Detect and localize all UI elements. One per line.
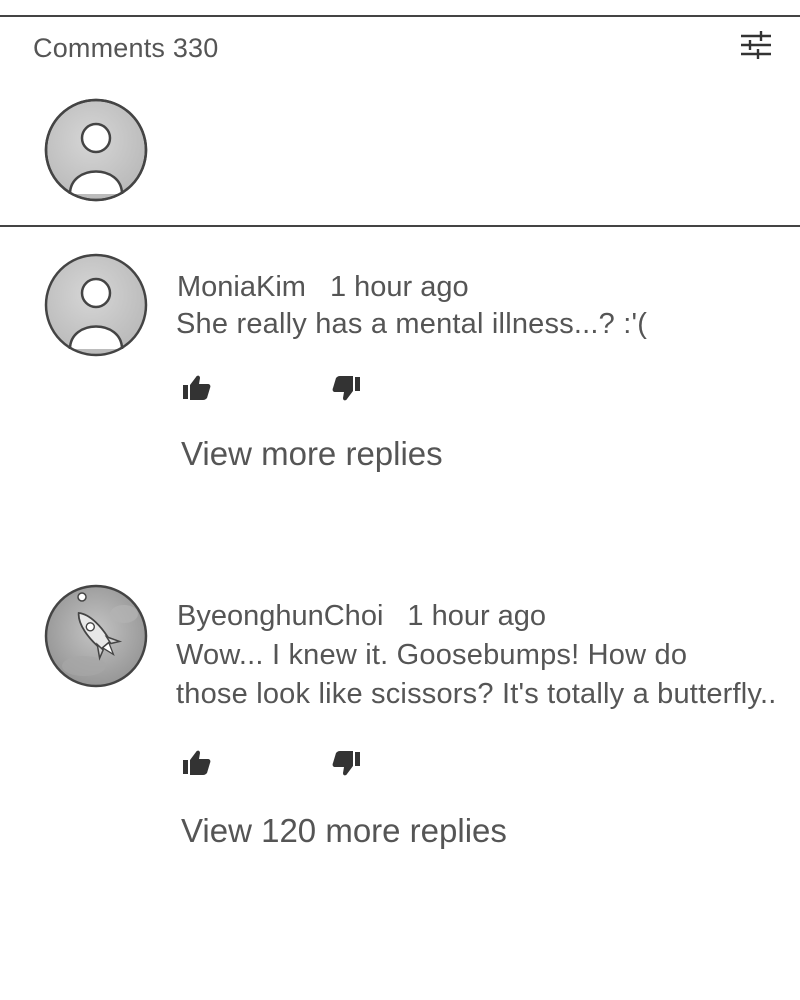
comment-text: She really has a mental illness...? :'(	[176, 305, 647, 344]
comment-username[interactable]: ByeonghunChoi	[177, 600, 383, 632]
comment-text-line: She really has a mental illness...? :'(	[176, 308, 648, 340]
comment-avatar[interactable]	[44, 253, 148, 357]
top-divider	[0, 15, 800, 17]
like-button[interactable]	[181, 748, 213, 778]
sliders-icon[interactable]	[736, 30, 776, 62]
default-user-avatar-icon	[44, 98, 148, 202]
comment-meta: MoniaKim 1 hour ago	[177, 271, 469, 304]
thumbs-up-icon	[183, 750, 211, 775]
like-button[interactable]	[181, 373, 213, 403]
comment-text-line: Wow... I knew it. Goosebumps! How do	[176, 639, 688, 671]
comment-time: 1 hour ago	[407, 600, 547, 632]
default-user-avatar-icon	[44, 253, 148, 357]
view-replies-link[interactable]: View 120 more replies	[181, 812, 507, 850]
dislike-button[interactable]	[330, 373, 362, 403]
comment-avatar[interactable]	[44, 584, 148, 688]
composer-divider	[0, 225, 800, 227]
comment-username[interactable]: MoniaKim	[177, 271, 306, 303]
thumbs-down-icon	[332, 751, 360, 776]
current-user-avatar[interactable]	[44, 98, 148, 202]
comments-count-header: Comments 330	[33, 33, 219, 63]
view-replies-link[interactable]: View more replies	[181, 435, 443, 473]
thumbs-up-icon	[183, 375, 211, 400]
thumbs-down-icon	[332, 376, 360, 401]
comment-time: 1 hour ago	[329, 271, 469, 303]
dislike-button[interactable]	[330, 748, 362, 778]
rocket-avatar-icon	[44, 584, 148, 688]
comment-meta: ByeonghunChoi 1 hour ago	[177, 600, 546, 633]
comment-text: Wow... I knew it. Goosebumps! How do tho…	[176, 636, 776, 714]
comment-text-line: those look like scissors? It's totally a…	[176, 678, 777, 710]
